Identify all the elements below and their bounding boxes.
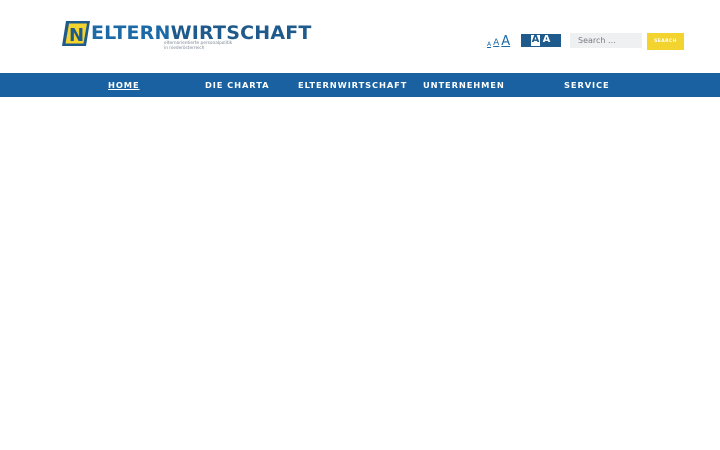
font-size-small-link[interactable]: A [487, 42, 491, 48]
font-size-large-link[interactable]: A [501, 35, 510, 48]
main-navigation: HOME DIE CHARTA ELTERNWIRTSCHAFT UNTERNE… [0, 73, 720, 97]
contrast-normal-glyph: A [542, 34, 551, 45]
font-size-medium-link[interactable]: A [493, 39, 499, 48]
search-input[interactable] [570, 33, 642, 48]
nav-item-service[interactable]: SERVICE [564, 73, 610, 97]
lower-austria-logo-icon: N [62, 21, 90, 46]
logo-tagline: elternorientierte personalpolitik in nie… [164, 41, 232, 51]
nav-item-elternwirtschaft[interactable]: ELTERNWIRTSCHAFT [298, 73, 407, 97]
contrast-toggle-button[interactable]: A A [521, 34, 561, 47]
nav-item-unternehmen[interactable]: UNTERNEHMEN [423, 73, 505, 97]
main-content-area [0, 97, 720, 450]
logo-tagline-line2: in niederösterreich [164, 46, 205, 51]
page: N ELTERNWIRTSCHAFT elternorientierte per… [0, 0, 720, 450]
nav-item-die-charta[interactable]: DIE CHARTA [205, 73, 269, 97]
logo-mark-letter: N [69, 25, 84, 46]
search-button[interactable]: SEARCH [647, 33, 684, 50]
contrast-inverted-glyph: A [531, 34, 540, 46]
nav-item-home[interactable]: HOME [108, 73, 140, 97]
site-header: N ELTERNWIRTSCHAFT elternorientierte per… [0, 0, 720, 73]
site-logo[interactable]: N ELTERNWIRTSCHAFT elternorientierte per… [62, 21, 311, 53]
logo-word-eltern: ELTERN [91, 22, 171, 44]
font-size-switch: A A A [487, 34, 510, 48]
